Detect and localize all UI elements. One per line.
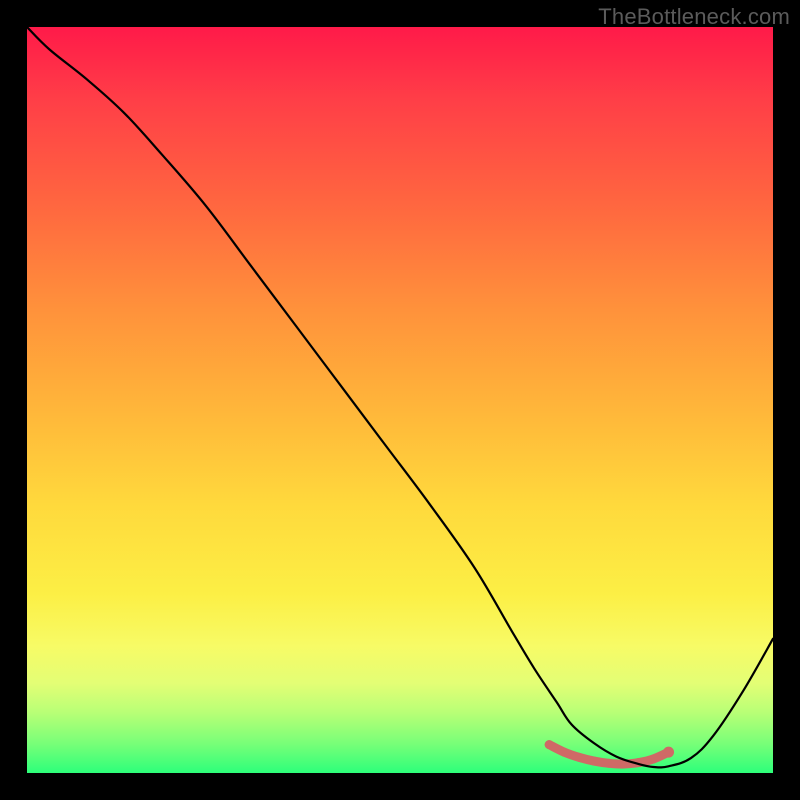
highlight-dot	[604, 759, 613, 768]
highlight-dot	[649, 754, 658, 763]
highlight-dot	[575, 753, 584, 762]
plot-area	[27, 27, 773, 773]
highlight-dot	[545, 740, 554, 749]
watermark-text: TheBottleneck.com	[598, 4, 790, 30]
chart-frame: TheBottleneck.com	[0, 0, 800, 800]
chart-svg	[27, 27, 773, 773]
highlight-end-dot	[663, 747, 674, 758]
highlight-dot	[589, 757, 598, 766]
bottleneck-curve	[27, 27, 773, 767]
highlight-dot	[560, 748, 569, 757]
